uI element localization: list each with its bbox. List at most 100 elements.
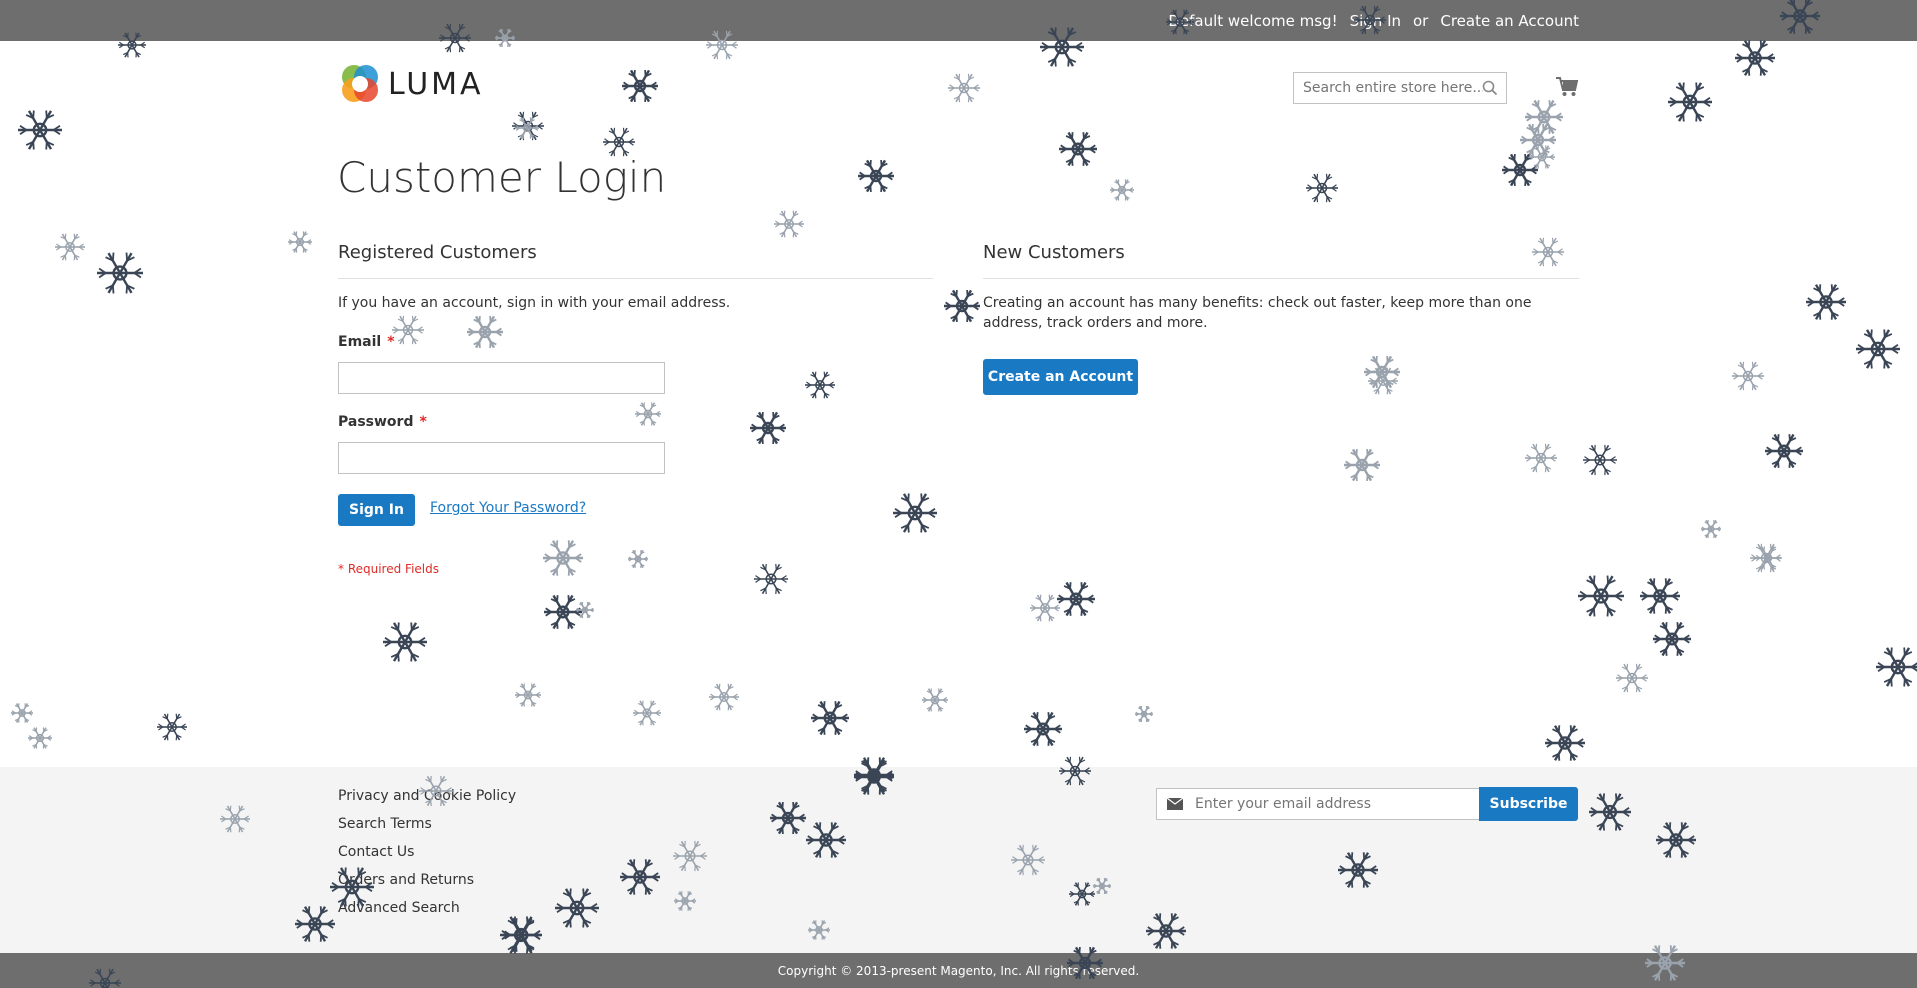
snowflake-icon [1545, 725, 1585, 761]
snowflake-icon [709, 683, 739, 711]
snowflake-icon [1532, 237, 1564, 267]
snowflake-icon [1059, 131, 1097, 167]
password-field[interactable] [338, 442, 665, 474]
snowflake-icon [11, 703, 33, 723]
footer-link-privacy[interactable]: Privacy and Cookie Policy [338, 786, 516, 814]
snowflake-icon [157, 713, 187, 741]
minicart-button[interactable] [1555, 76, 1579, 102]
footer-link-contact[interactable]: Contact Us [338, 842, 516, 870]
forgot-password-link[interactable]: Forgot Your Password? [430, 500, 586, 516]
cart-icon [1556, 77, 1579, 96]
snowflake-icon [1750, 543, 1782, 573]
snowflake-icon [1640, 578, 1680, 614]
snowflake-icon [1755, 546, 1781, 570]
password-label: Password * [338, 414, 427, 430]
snowflake-icon [1806, 284, 1846, 320]
email-label: Email * [338, 334, 395, 350]
luma-logo-icon [342, 65, 378, 102]
new-customers-divider [983, 278, 1579, 279]
footer-link-advanced-search[interactable]: Advanced Search [338, 898, 516, 926]
header-links: Default welcome msg! Sign In or Create a… [1168, 0, 1579, 41]
new-customers-intro: Creating an account has many benefits: c… [983, 295, 1532, 331]
snowflake-icon [1668, 82, 1712, 122]
snowflake-icon [1110, 179, 1134, 201]
snowflake-icon [576, 601, 594, 619]
snowflake-icon [1653, 621, 1691, 657]
create-account-link[interactable]: Create an Account [1440, 12, 1579, 30]
top-bar: Default welcome msg! Sign In or Create a… [0, 0, 1917, 41]
registered-customers-title: Registered Customers [338, 242, 537, 263]
store-logo[interactable]: LUMA [338, 62, 484, 106]
snowflake-icon [948, 73, 980, 103]
footer [0, 767, 1917, 953]
snowflake-icon [893, 493, 937, 533]
snowflake-icon [633, 700, 661, 726]
snowflake-icon [1368, 367, 1398, 395]
snowflake-icon [18, 110, 62, 150]
snowflake-icon [392, 315, 424, 345]
snowflake-icon [1578, 575, 1624, 617]
snowflake-icon [1735, 40, 1775, 76]
footer-link-search-terms[interactable]: Search Terms [338, 814, 516, 842]
snowflake-icon [922, 688, 948, 712]
snowflake-icon [1135, 705, 1153, 723]
newsletter-email-input[interactable] [1195, 796, 1465, 812]
email-label-text: Email [338, 334, 382, 350]
search-input[interactable] [1303, 80, 1483, 96]
create-account-button[interactable]: Create an Account [983, 359, 1138, 395]
separator-text: or [1413, 11, 1429, 30]
footer-link-orders-returns[interactable]: Orders and Returns [338, 870, 516, 898]
envelope-icon [1167, 798, 1183, 810]
snowflake-icon [1030, 594, 1060, 622]
snowflake-icon [1344, 448, 1380, 482]
snowflake-icon [1583, 444, 1617, 476]
snowflake-icon [383, 622, 427, 662]
snowflake-icon [467, 315, 503, 349]
snowflake-icon [1525, 443, 1557, 473]
snowflake-icon [1529, 145, 1555, 169]
copyright-bar: Copyright © 2013-present Magento, Inc. A… [0, 953, 1917, 988]
snowflake-icon [622, 69, 658, 103]
snowflake-icon [1765, 433, 1803, 469]
snowflake-icon [1616, 663, 1648, 693]
sign-in-button[interactable]: Sign In [338, 494, 415, 526]
snowflake-icon [754, 563, 788, 595]
registered-divider [338, 278, 933, 279]
snowflake-icon [1057, 581, 1095, 617]
snowflake-icon [28, 727, 52, 749]
snowflake-icon [1732, 361, 1764, 391]
password-label-text: Password [338, 414, 414, 430]
registered-intro: If you have an account, sign in with you… [338, 295, 731, 311]
sign-in-link[interactable]: Sign In [1350, 12, 1401, 30]
password-required-mark: * [419, 414, 427, 430]
snowflake-icon [512, 111, 544, 141]
snowflake-icon [1525, 99, 1563, 135]
snowflake-icon [97, 252, 143, 294]
search-icon[interactable] [1482, 80, 1498, 96]
snowflake-icon [1024, 711, 1062, 747]
snowflake-icon [288, 231, 312, 253]
snowflake-icon [1364, 355, 1400, 389]
search-box[interactable] [1293, 72, 1507, 104]
snowflake-icon [1306, 173, 1338, 203]
snowflake-icon [635, 402, 661, 426]
snowflake-icon [55, 233, 85, 261]
new-customers-title: New Customers [983, 242, 1125, 263]
snowflake-icon [1701, 519, 1721, 539]
footer-links: Privacy and Cookie Policy Search Terms C… [338, 786, 516, 926]
newsletter-box[interactable] [1156, 788, 1480, 820]
snowflake-icon [774, 210, 804, 238]
welcome-message: Default welcome msg! [1168, 11, 1338, 30]
snowflake-icon [805, 371, 835, 399]
snowflake-icon [1856, 329, 1900, 369]
logo-text: LUMA [388, 66, 484, 102]
snowflake-icon [515, 117, 539, 139]
email-field[interactable] [338, 362, 665, 394]
subscribe-button[interactable]: Subscribe [1479, 787, 1578, 821]
snowflake-icon [544, 594, 582, 630]
snowflake-icon [628, 549, 648, 569]
email-required-mark: * [387, 334, 395, 350]
snowflake-icon [858, 159, 894, 193]
required-fields-note: * Required Fields [338, 562, 439, 576]
snowflake-icon [750, 411, 786, 445]
